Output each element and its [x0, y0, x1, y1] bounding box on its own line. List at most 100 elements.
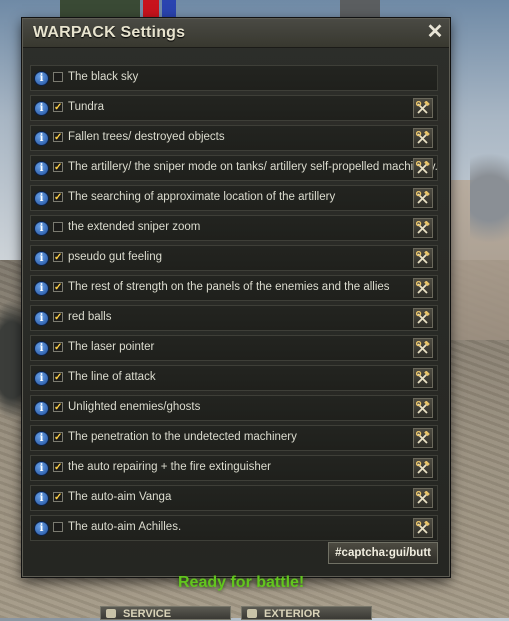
- setting-checkbox[interactable]: ✓: [53, 192, 63, 203]
- hammer-wrench-icon: [416, 281, 430, 294]
- setting-label: The auto-aim Vanga: [68, 491, 172, 503]
- info-icon[interactable]: i: [34, 461, 49, 476]
- hammer-wrench-icon: [416, 131, 430, 144]
- setting-row: i ✓ The artillery/ the sniper mode on tank…: [30, 155, 438, 181]
- service-icon: [106, 609, 116, 618]
- configure-button[interactable]: [413, 188, 433, 208]
- setting-checkbox[interactable]: ✓: [53, 132, 63, 143]
- configure-button[interactable]: [413, 158, 433, 178]
- background-tree: [470, 150, 509, 270]
- setting-row: i ✓ pseudo gut feeling: [30, 245, 438, 271]
- setting-checkbox[interactable]: ✓: [53, 282, 63, 293]
- setting-label: the auto repairing + the fire extinguish…: [68, 461, 271, 473]
- info-icon[interactable]: i: [34, 311, 49, 326]
- window-title: WARPACK Settings: [33, 24, 186, 41]
- hammer-wrench-icon: [416, 431, 430, 444]
- setting-row: i the extended sniper zoom: [30, 215, 438, 241]
- configure-button[interactable]: [413, 458, 433, 478]
- setting-label: Fallen trees/ destroyed objects: [68, 131, 225, 143]
- hammer-wrench-icon: [416, 251, 430, 264]
- setting-label: The rest of strength on the panels of th…: [68, 281, 390, 293]
- setting-row: i The black sky: [30, 65, 438, 91]
- hammer-wrench-icon: [416, 311, 430, 324]
- setting-row: i ✓ The laser pointer: [30, 335, 438, 361]
- info-icon[interactable]: i: [34, 341, 49, 356]
- setting-checkbox[interactable]: ✓: [53, 402, 63, 413]
- hammer-wrench-icon: [416, 191, 430, 204]
- setting-row: i ✓ The line of attack: [30, 365, 438, 391]
- hammer-wrench-icon: [416, 221, 430, 234]
- hammer-wrench-icon: [416, 461, 430, 474]
- info-icon[interactable]: i: [34, 251, 49, 266]
- service-button-label: SERVICE: [123, 608, 172, 620]
- info-icon[interactable]: i: [34, 431, 49, 446]
- setting-label: The searching of approximate location of…: [68, 191, 336, 203]
- exterior-button-label: EXTERIOR: [264, 608, 321, 620]
- setting-checkbox[interactable]: ✓: [53, 312, 63, 323]
- setting-checkbox[interactable]: ✓: [53, 432, 63, 443]
- info-icon[interactable]: i: [34, 371, 49, 386]
- configure-button[interactable]: [413, 308, 433, 328]
- setting-row: i ✓ The rest of strength on the panels of …: [30, 275, 438, 301]
- info-icon[interactable]: i: [34, 131, 49, 146]
- setting-label: Unlighted enemies/ghosts: [68, 401, 201, 413]
- setting-checkbox[interactable]: [53, 522, 63, 532]
- setting-label: Tundra: [68, 101, 105, 113]
- setting-label: The laser pointer: [68, 341, 155, 353]
- configure-button[interactable]: [413, 428, 433, 448]
- info-icon[interactable]: i: [34, 221, 49, 236]
- hammer-wrench-icon: [416, 161, 430, 174]
- hammer-wrench-icon: [416, 491, 430, 504]
- hammer-wrench-icon: [416, 341, 430, 354]
- info-icon[interactable]: i: [34, 281, 49, 296]
- setting-row: i ✓ the auto repairing + the fire extingui…: [30, 455, 438, 481]
- configure-button[interactable]: [413, 248, 433, 268]
- setting-checkbox[interactable]: ✓: [53, 492, 63, 503]
- hammer-wrench-icon: [416, 401, 430, 414]
- configure-button[interactable]: [413, 488, 433, 508]
- hammer-wrench-icon: [416, 371, 430, 384]
- configure-button[interactable]: [413, 218, 433, 238]
- close-icon[interactable]: ✕: [425, 22, 445, 42]
- setting-label: The auto-aim Achilles.: [68, 521, 182, 533]
- setting-label: The artillery/ the sniper mode on tanks/…: [68, 161, 438, 173]
- info-icon[interactable]: i: [34, 71, 49, 86]
- info-icon[interactable]: i: [34, 401, 49, 416]
- info-icon[interactable]: i: [34, 521, 49, 536]
- hammer-wrench-icon: [416, 101, 430, 114]
- configure-button[interactable]: [413, 98, 433, 118]
- setting-row: i ✓ The auto-aim Vanga: [30, 485, 438, 511]
- background-flag-blue: [162, 0, 176, 20]
- setting-checkbox[interactable]: [53, 72, 63, 82]
- configure-button[interactable]: [413, 398, 433, 418]
- info-icon[interactable]: i: [34, 191, 49, 206]
- configure-button[interactable]: [413, 518, 433, 538]
- configure-button[interactable]: [413, 368, 433, 388]
- setting-checkbox[interactable]: ✓: [53, 162, 63, 173]
- exterior-icon: [247, 609, 257, 618]
- configure-button[interactable]: [413, 278, 433, 298]
- setting-row: i ✓ The searching of approximate location …: [30, 185, 438, 211]
- setting-row: i ✓ The penetration to the undetected mach…: [30, 425, 438, 451]
- setting-checkbox[interactable]: [53, 222, 63, 232]
- info-icon[interactable]: i: [34, 101, 49, 116]
- setting-row: i ✓ Fallen trees/ destroyed objects: [30, 125, 438, 151]
- captcha-button[interactable]: #captcha:gui/butt: [328, 542, 438, 564]
- setting-row: i ✓ Unlighted enemies/ghosts: [30, 395, 438, 421]
- setting-checkbox[interactable]: ✓: [53, 102, 63, 113]
- configure-button[interactable]: [413, 128, 433, 148]
- ready-for-battle-text: Ready for battle!: [178, 574, 305, 591]
- setting-checkbox[interactable]: ✓: [53, 342, 63, 353]
- setting-checkbox[interactable]: ✓: [53, 462, 63, 473]
- hammer-wrench-icon: [416, 521, 430, 534]
- info-icon[interactable]: i: [34, 161, 49, 176]
- configure-button[interactable]: [413, 338, 433, 358]
- settings-window: WARPACK Settings ✕ i The black sky i ✓ Tundr…: [22, 18, 450, 577]
- info-icon[interactable]: i: [34, 491, 49, 506]
- setting-label: pseudo gut feeling: [68, 251, 162, 263]
- setting-label: The penetration to the undetected machin…: [68, 431, 297, 443]
- setting-row: i The auto-aim Achilles.: [30, 515, 438, 541]
- window-titlebar: WARPACK Settings ✕: [23, 19, 449, 48]
- setting-checkbox[interactable]: ✓: [53, 372, 63, 383]
- setting-checkbox[interactable]: ✓: [53, 252, 63, 263]
